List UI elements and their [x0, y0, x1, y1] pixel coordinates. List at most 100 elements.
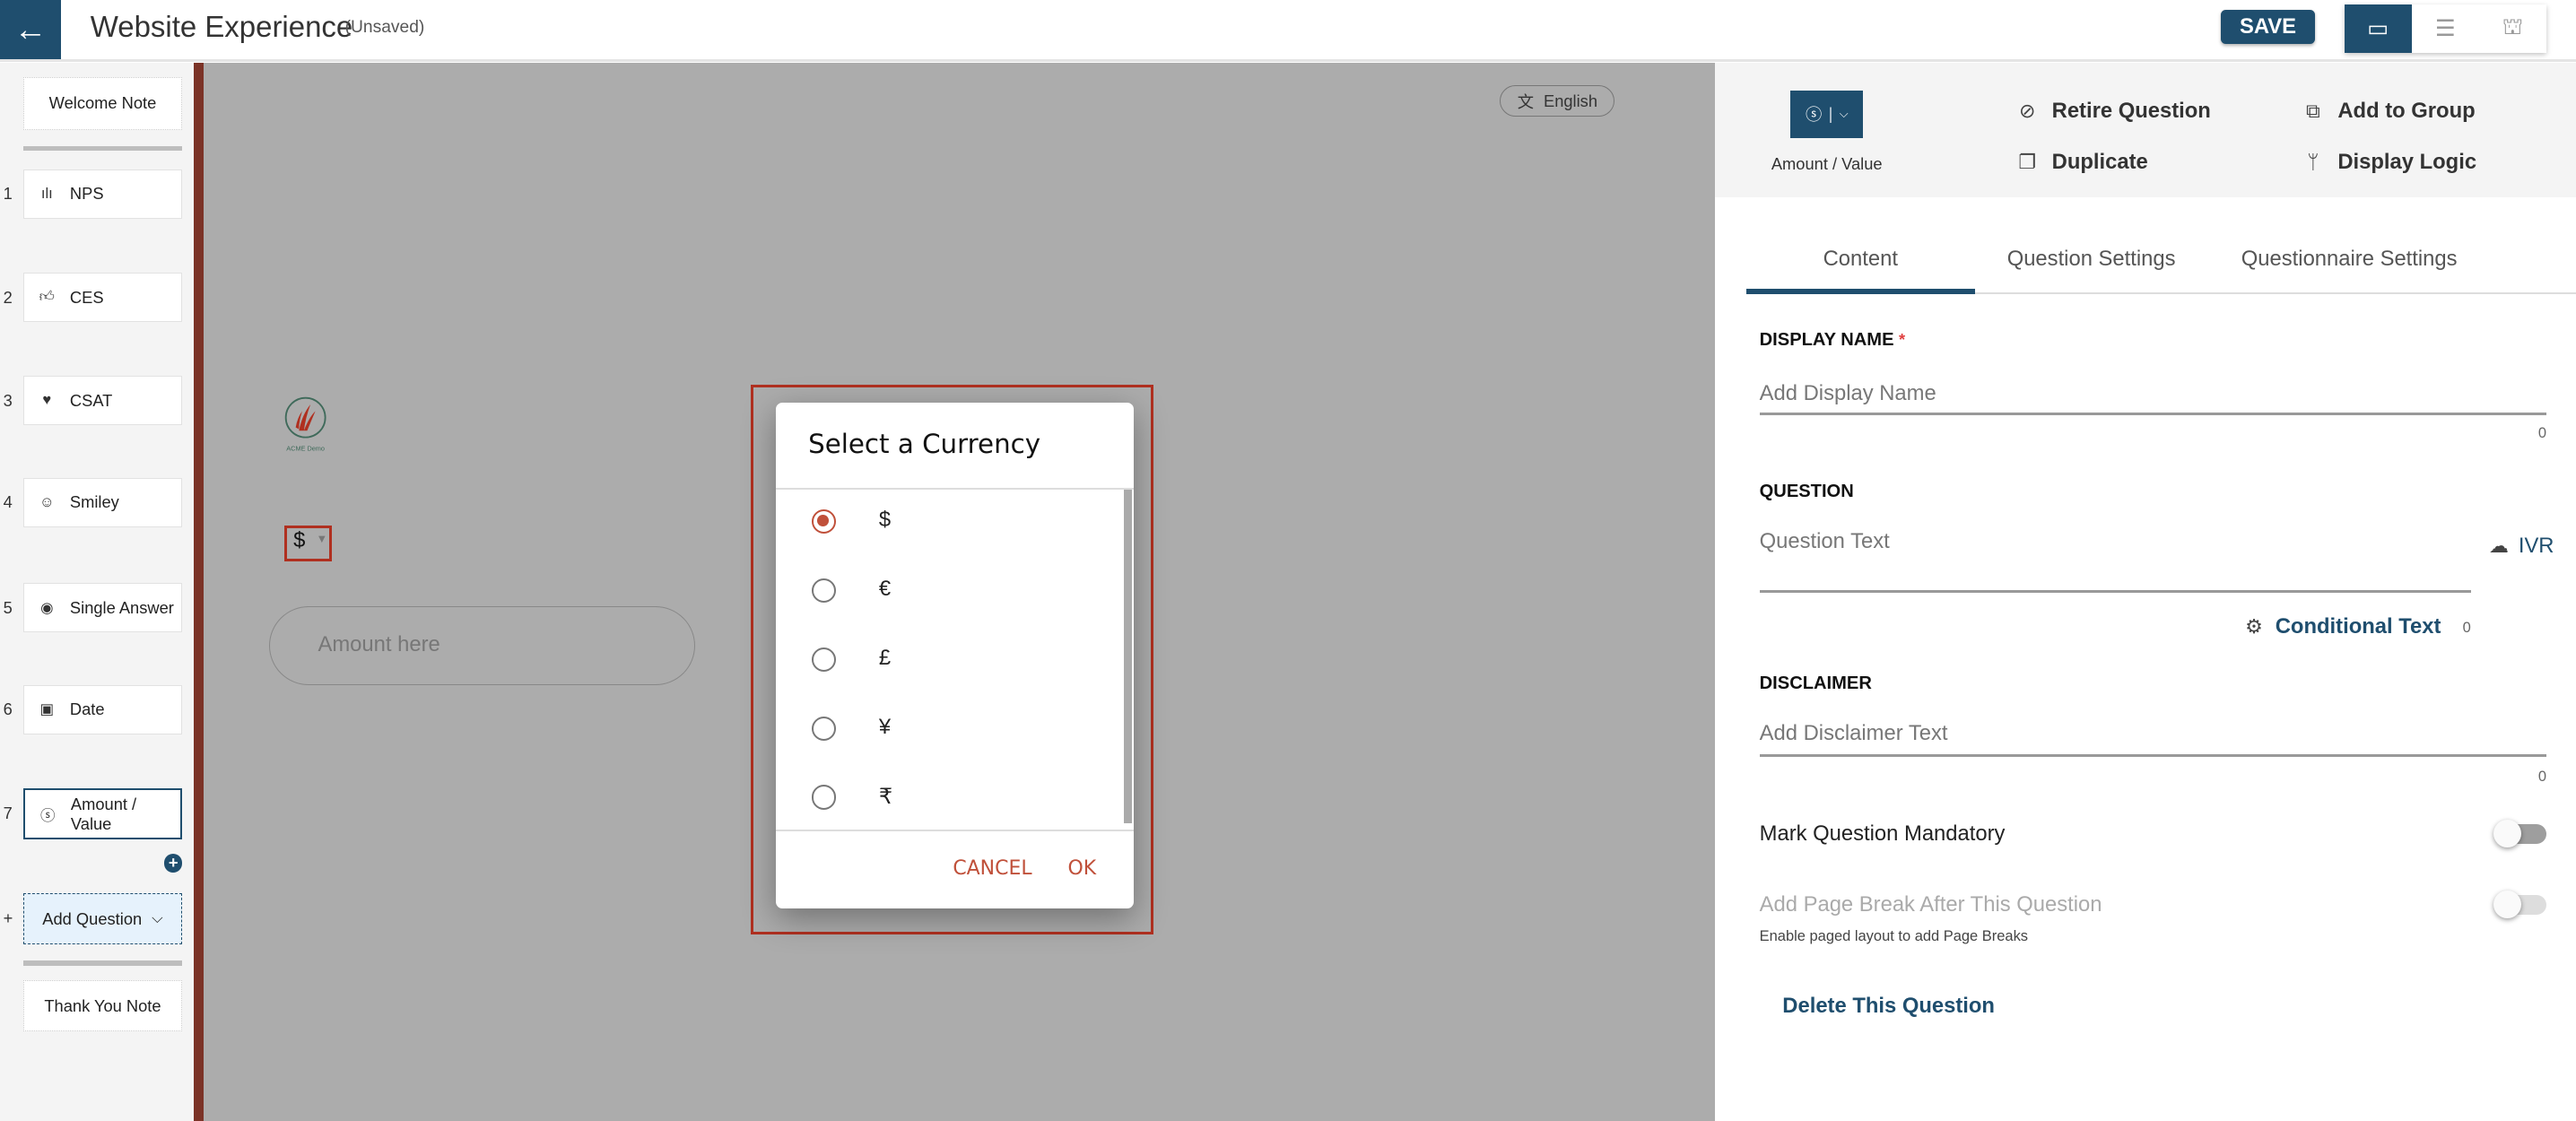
display-logic-button[interactable]: ᛘ Display Logic	[2302, 150, 2476, 175]
radio-button[interactable]	[811, 578, 837, 604]
desktop-view-button[interactable]: ▭	[2344, 4, 2412, 53]
add-circle-icon[interactable]: +	[164, 854, 183, 873]
mandatory-label: Mark Question Mandatory	[1759, 821, 2006, 846]
radio-icon: ◉	[40, 599, 54, 616]
sidebar-question-csat[interactable]: ♥ CSAT	[22, 376, 183, 426]
radio-button[interactable]	[811, 785, 837, 810]
tab-questionnaire-settings[interactable]: Questionnaire Settings	[2210, 247, 2489, 272]
smiley-icon: ☺	[39, 493, 55, 510]
delete-question-button[interactable]: Delete This Question	[1782, 994, 1995, 1019]
input-underline	[1759, 412, 2546, 416]
add-question-label: Add Question	[42, 908, 143, 928]
app: ← Website Experience (Unsaved) SAVE ▭ ☰ …	[0, 0, 2576, 1121]
currency-value: $	[293, 528, 306, 553]
gears-icon: ⚙	[2245, 615, 2263, 639]
dialog-scrollbar[interactable]	[1123, 489, 1132, 823]
tab-content[interactable]: Content	[1746, 247, 1975, 272]
retire-question-button[interactable]: ⊘ Retire Question	[2015, 99, 2211, 124]
page-break-hint: Enable paged layout to add Page Breaks	[1759, 927, 2029, 944]
conditional-text-label: Conditional Text	[2275, 614, 2441, 639]
sidebar-question-nps[interactable]: ılı NPS	[22, 169, 183, 219]
tab-question-settings[interactable]: Question Settings	[1980, 247, 2203, 272]
question-label: Date	[69, 700, 105, 719]
ok-button[interactable]: OK	[1068, 857, 1097, 880]
thank-you-note[interactable]: Thank You Note	[22, 980, 183, 1032]
add-to-group-button[interactable]: ⧉ Add to Group	[2302, 99, 2476, 124]
currency-dialog: Select a Currency $ € £ ¥ ₹ CANCEL OK	[775, 402, 1134, 908]
dollar-coin-icon: ⓢ	[1806, 105, 1823, 125]
mandatory-toggle[interactable]	[2493, 819, 2546, 848]
input-underline	[1759, 753, 2546, 758]
question-number: 2	[3, 287, 13, 307]
display-name-count: 0	[2537, 425, 2546, 442]
sidebar-resize-handle[interactable]	[194, 62, 205, 1121]
currency-symbol: €	[878, 576, 892, 601]
caret-down-icon: ▼	[316, 531, 328, 545]
question-type-label: Amount / Value	[1771, 154, 1883, 174]
amount-input[interactable]: Amount here	[269, 605, 695, 685]
sidebar-question-single-answer[interactable]: ◉ Single Answer	[22, 583, 183, 633]
language-selector[interactable]: 文 English	[1500, 85, 1615, 117]
branch-icon: ᛘ	[2307, 150, 2319, 173]
sidebar-question-smiley[interactable]: ☺ Smiley	[22, 477, 183, 527]
dollar-coin-icon: ⓢ	[40, 807, 56, 824]
conditional-text-button[interactable]: ⚙ Conditional Text	[2242, 614, 2441, 639]
chevron-down-icon: ⌵	[1839, 107, 1849, 121]
currency-symbol: £	[878, 645, 892, 670]
ivr-button[interactable]: ☁ IVR	[2487, 534, 2554, 559]
divider	[775, 829, 1134, 831]
question-label: CSAT	[69, 390, 113, 410]
currency-option[interactable]: €	[776, 559, 1121, 624]
radio-button[interactable]	[811, 647, 837, 673]
currency-option[interactable]: ¥	[776, 697, 1121, 762]
list-icon: ☰	[2434, 16, 2456, 42]
sidebar-question-ces[interactable]: 👍︎ CES	[22, 273, 183, 322]
sitemap-view-button[interactable]: ⛫	[2479, 4, 2546, 52]
currency-option[interactable]: $	[776, 490, 1121, 555]
question-number: 3	[3, 390, 13, 410]
disclaimer-input[interactable]: Add Disclaimer Text	[1760, 721, 1948, 746]
radio-button[interactable]	[811, 716, 837, 742]
eye-off-icon: ⊘	[2018, 99, 2036, 122]
question-text-input[interactable]: Question Text	[1760, 529, 1890, 554]
duplicate-label: Duplicate	[2051, 149, 2148, 174]
sidebar-question-date[interactable]: ▣ Date	[22, 684, 183, 734]
sitemap-icon: ⛫	[2502, 14, 2524, 40]
cancel-button[interactable]: CANCEL	[953, 857, 1031, 880]
desktop-icon: ▭	[2367, 16, 2389, 42]
add-group-label: Add to Group	[2337, 98, 2476, 123]
display-name-label: DISPLAY NAME *	[1759, 330, 1906, 351]
radio-button[interactable]	[811, 508, 837, 534]
page-break-toggle[interactable]	[2493, 890, 2546, 918]
question-label: NPS	[69, 184, 104, 204]
currency-option[interactable]: £	[776, 628, 1121, 693]
sidebar-question-amount-value[interactable]: ⓢ Amount / Value	[22, 788, 183, 839]
add-prefix: +	[3, 908, 13, 927]
group-icon: ⧉	[2306, 99, 2320, 122]
currency-symbol: $	[878, 507, 892, 532]
thumbs-up-icon: 👍︎	[39, 289, 55, 305]
question-label: Single Answer	[69, 597, 174, 617]
top-header: ← Website Experience (Unsaved) SAVE ▭ ☰ …	[0, 0, 2576, 62]
question-label: CES	[69, 287, 104, 307]
ivr-label: IVR	[2518, 534, 2554, 559]
dialog-title: Select a Currency	[808, 429, 1041, 460]
divider	[22, 960, 183, 966]
duplicate-button[interactable]: ❐ Duplicate	[2015, 150, 2147, 175]
display-logic-label: Display Logic	[2337, 149, 2477, 174]
back-button[interactable]: ←	[0, 0, 61, 59]
disclaimer-count: 0	[2537, 769, 2546, 786]
currency-symbol: ₹	[878, 784, 893, 809]
currency-option[interactable]: ₹	[776, 766, 1121, 831]
disclaimer-label: DISCLAIMER	[1759, 673, 1872, 693]
question-type-selector[interactable]: ⓢ | ⌵	[1790, 90, 1864, 138]
save-button[interactable]: SAVE	[2221, 9, 2315, 45]
display-name-input[interactable]: Add Display Name	[1760, 381, 1936, 406]
question-number: 4	[3, 492, 13, 512]
welcome-note[interactable]: Welcome Note	[22, 77, 183, 130]
page-title: Website Experience	[90, 9, 353, 43]
currency-select[interactable]: $ ▼	[283, 526, 332, 562]
list-view-button[interactable]: ☰	[2412, 4, 2479, 52]
add-question-dropdown[interactable]: Add Question ⌵	[22, 893, 183, 945]
active-tab-indicator	[1745, 289, 1975, 294]
